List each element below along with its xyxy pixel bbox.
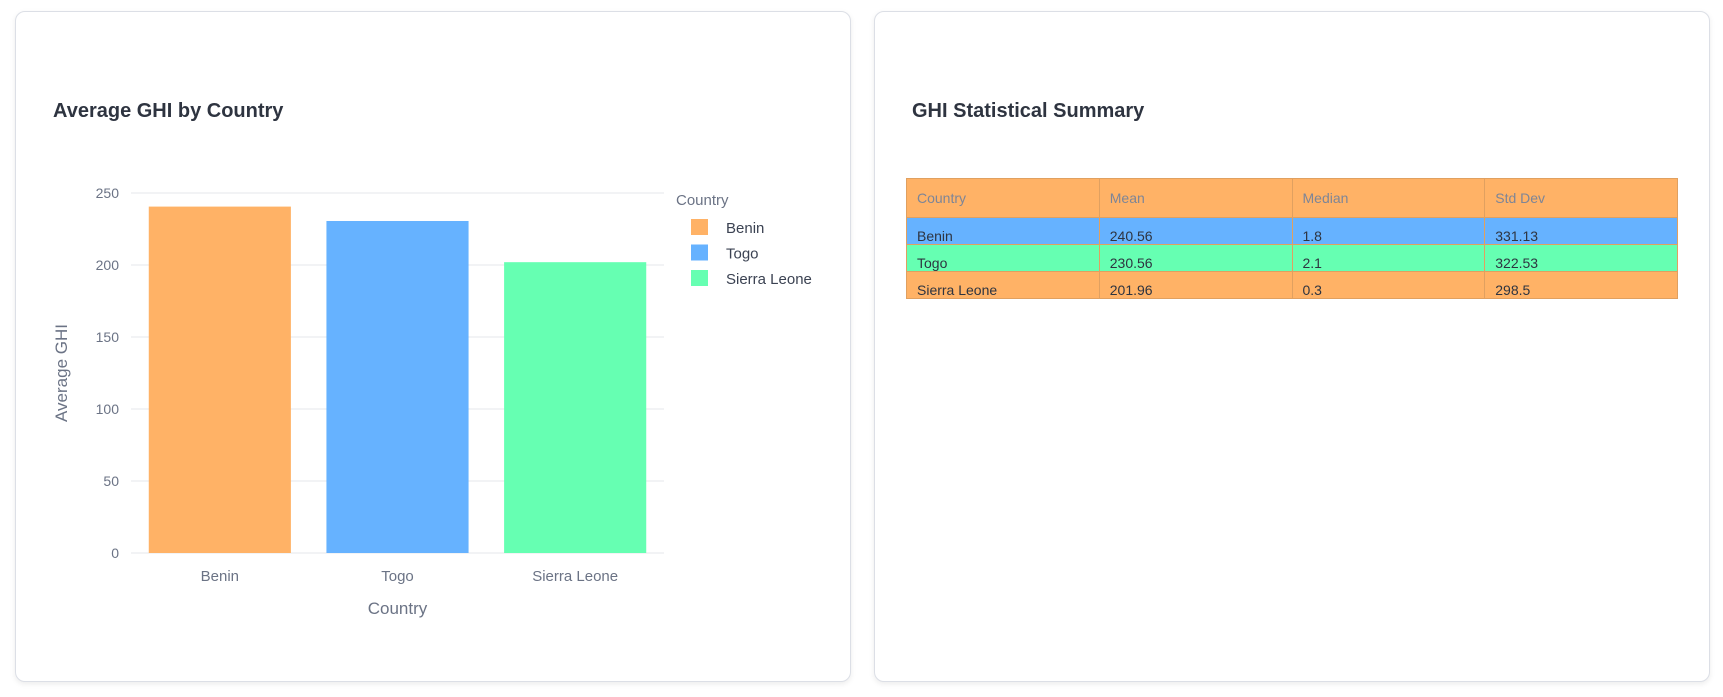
x-tick-label: Benin	[201, 568, 239, 585]
cell-mean: 230.56	[1098, 244, 1293, 272]
legend-entry: Benin	[726, 220, 764, 237]
bar-togo	[326, 220, 469, 554]
cell-std-dev: 298.5	[1484, 271, 1678, 299]
legend-title: Country	[676, 192, 729, 209]
y-axis-title: Average GHI	[52, 324, 71, 422]
y-tick-label: 0	[111, 545, 119, 561]
x-tick-label: Sierra Leone	[532, 568, 618, 585]
column-header-std-dev[interactable]: Std Dev	[1484, 178, 1678, 218]
x-axis-title: Country	[368, 599, 428, 618]
y-tick-label: 150	[96, 329, 120, 345]
table-row: Benin 240.56 1.8 331.13	[906, 217, 1678, 245]
cell-median: 0.3	[1291, 271, 1486, 299]
column-header-country[interactable]: Country	[906, 178, 1100, 218]
legend-entry: Sierra Leone	[726, 271, 812, 288]
table-row: Sierra Leone 201.96 0.3 298.5	[906, 271, 1678, 299]
stats-table: Country Mean Median Std Dev Benin 240.56…	[906, 178, 1678, 299]
y-tick-label: 250	[96, 185, 120, 201]
column-header-median[interactable]: Median	[1291, 178, 1486, 218]
cell-country: Sierra Leone	[906, 271, 1100, 299]
legend-swatch	[691, 244, 708, 261]
cell-country: Benin	[906, 217, 1100, 245]
bar-benin	[148, 206, 291, 553]
table-card: GHI Statistical Summary Country Mean Med…	[874, 11, 1710, 682]
chart-card: Average GHI by Country 0 50 100 150 200 250 Be…	[15, 11, 851, 682]
y-tick-label: 200	[96, 257, 120, 273]
x-tick-label: Togo	[381, 568, 414, 585]
cell-mean: 201.96	[1098, 271, 1293, 299]
bar-sierra-leone	[504, 262, 647, 553]
cell-std-dev: 322.53	[1484, 244, 1678, 272]
legend-swatch	[691, 219, 708, 235]
table-header-row: Country Mean Median Std Dev	[906, 178, 1678, 218]
cell-country: Togo	[906, 244, 1100, 272]
bar-chart: 0 50 100 150 200 250 Benin Togo Sierra Leone Coun…	[52, 185, 812, 618]
y-tick-label: 100	[96, 401, 120, 417]
legend-swatch	[691, 270, 708, 286]
y-tick-label: 50	[103, 473, 119, 489]
table-title: GHI Statistical Summary	[912, 100, 1145, 122]
table-row: Togo 230.56 2.1 322.53	[906, 244, 1678, 272]
legend-entry: Togo	[726, 246, 759, 263]
cell-std-dev: 331.13	[1484, 217, 1678, 245]
cell-median: 2.1	[1291, 244, 1486, 272]
cell-median: 1.8	[1291, 217, 1486, 245]
cell-mean: 240.56	[1098, 217, 1293, 245]
column-header-mean[interactable]: Mean	[1098, 178, 1293, 218]
